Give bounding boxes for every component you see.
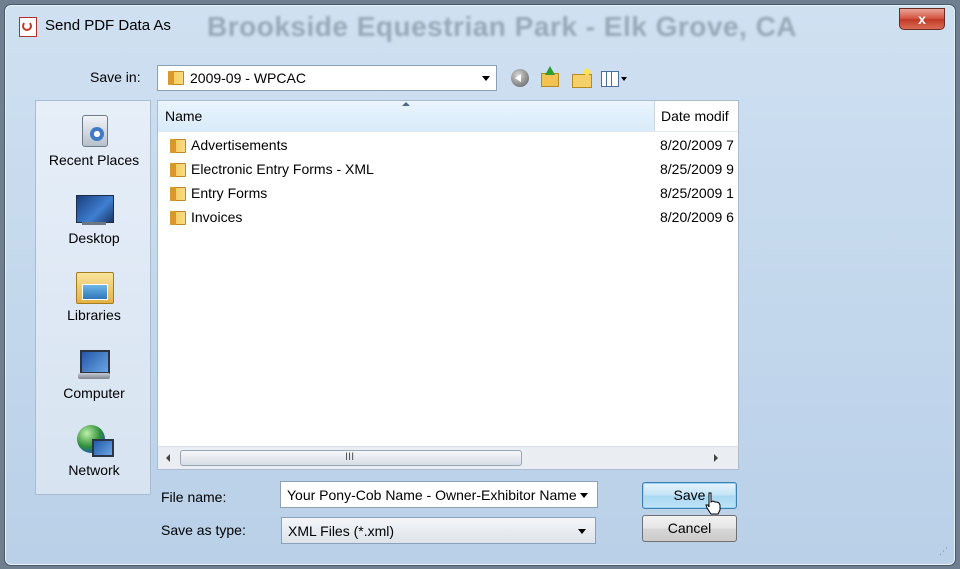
item-name: Entry Forms	[191, 185, 268, 201]
file-list[interactable]: Name Date modif Advertisements 8/20/2009…	[157, 100, 739, 470]
place-label: Libraries	[67, 307, 121, 323]
list-item[interactable]: Electronic Entry Forms - XML 8/25/2009 9	[158, 158, 738, 182]
column-header-name[interactable]: Name	[158, 101, 655, 131]
item-date: 8/20/2009 7	[660, 137, 734, 153]
item-name: Advertisements	[191, 137, 288, 153]
save-dialog-window: Send PDF Data As Brookside Equestrian Pa…	[4, 4, 956, 566]
scroll-left-icon[interactable]	[166, 454, 170, 462]
hand-cursor-icon	[705, 492, 721, 515]
place-desktop[interactable]: Desktop	[36, 191, 152, 246]
folder-icon	[170, 163, 186, 177]
background-window-title: Brookside Equestrian Park - Elk Grove, C…	[207, 11, 798, 42]
back-icon[interactable]	[511, 69, 529, 87]
chevron-down-icon	[578, 529, 586, 534]
places-bar: Recent Places Desktop Libraries Computer…	[35, 100, 151, 495]
computer-icon	[74, 346, 114, 382]
network-icon	[74, 423, 114, 459]
item-date: 8/20/2009 6	[660, 209, 734, 225]
item-date: 8/25/2009 1	[660, 185, 734, 201]
folder-icon	[168, 71, 184, 85]
chevron-down-icon[interactable]	[580, 493, 588, 498]
save-as-type-label: Save as type:	[161, 522, 246, 538]
place-label: Network	[68, 462, 120, 478]
file-name-input[interactable]: Your Pony-Cob Name - Owner-Exhibitor Nam…	[280, 481, 598, 508]
cancel-button[interactable]: Cancel	[642, 515, 737, 542]
file-name-label: File name:	[161, 489, 227, 505]
save-in-label: Save in:	[90, 69, 141, 85]
item-name: Electronic Entry Forms - XML	[191, 161, 374, 177]
place-libraries[interactable]: Libraries	[36, 268, 152, 323]
save-as-type-dropdown[interactable]: XML Files (*.xml)	[281, 517, 596, 544]
window-title: Send PDF Data As	[45, 17, 171, 34]
desktop-icon	[74, 191, 114, 227]
place-network[interactable]: Network	[36, 423, 152, 478]
list-item[interactable]: Advertisements 8/20/2009 7	[158, 134, 738, 158]
libraries-icon	[74, 268, 114, 304]
sort-ascending-icon	[402, 102, 410, 106]
scrollbar-thumb[interactable]: III	[180, 450, 522, 466]
place-label: Recent Places	[48, 152, 140, 168]
chevron-down-icon	[482, 76, 490, 81]
place-label: Desktop	[68, 230, 120, 246]
column-header-row: Name Date modif	[158, 101, 738, 132]
close-icon: x	[918, 11, 926, 27]
place-computer[interactable]: Computer	[36, 346, 152, 401]
item-date: 8/25/2009 9	[660, 161, 734, 177]
scroll-right-icon[interactable]	[714, 454, 718, 462]
column-header-name-label: Name	[165, 108, 203, 124]
place-label: Computer	[63, 385, 125, 401]
title-bar[interactable]: Send PDF Data As Brookside Equestrian Pa…	[5, 5, 955, 45]
close-button[interactable]: x	[899, 8, 945, 30]
grip-icon: III	[345, 451, 355, 463]
file-name-value: Your Pony-Cob Name - Owner-Exhibitor Nam…	[287, 487, 577, 503]
list-item[interactable]: Invoices 8/20/2009 6	[158, 206, 738, 230]
save-as-type-value: XML Files (*.xml)	[288, 523, 395, 539]
pdf-icon	[19, 17, 37, 37]
folder-icon	[170, 187, 186, 201]
folder-icon	[170, 211, 186, 225]
new-folder-icon[interactable]	[571, 67, 593, 89]
horizontal-scrollbar[interactable]: III	[157, 446, 739, 470]
item-name: Invoices	[191, 209, 243, 225]
save-in-dropdown[interactable]: 2009-09 - WPCAC	[157, 65, 497, 91]
recent-places-icon	[74, 113, 114, 149]
up-one-level-icon[interactable]	[539, 66, 561, 89]
resize-grip-icon[interactable]: ⋰	[939, 546, 948, 557]
column-header-date-modified[interactable]: Date modif	[655, 101, 738, 131]
column-header-date-label: Date modif	[661, 108, 729, 124]
save-in-value: 2009-09 - WPCAC	[190, 70, 306, 86]
views-menu-icon[interactable]	[601, 67, 631, 89]
folder-icon	[170, 139, 186, 153]
place-recent-places[interactable]: Recent Places	[36, 113, 152, 168]
list-item[interactable]: Entry Forms 8/25/2009 1	[158, 182, 738, 206]
